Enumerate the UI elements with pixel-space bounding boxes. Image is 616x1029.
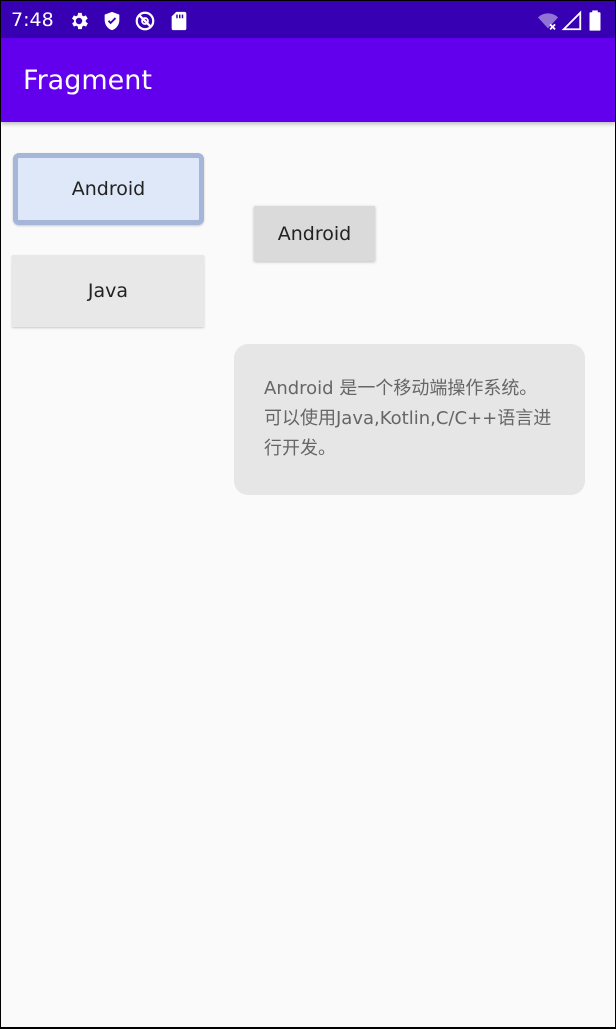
list-item-java-button[interactable]: Java bbox=[12, 255, 204, 327]
detail-description: Android 是一个移动端操作系统。可以使用Java,Kotlin,C/C++… bbox=[264, 378, 552, 459]
detail-card: Android 是一个移动端操作系统。可以使用Java,Kotlin,C/C++… bbox=[234, 344, 585, 495]
status-bar: 7:48 bbox=[1, 1, 615, 38]
status-time: 7:48 bbox=[11, 9, 54, 31]
signal-icon bbox=[561, 10, 583, 32]
app-title: Fragment bbox=[23, 65, 152, 96]
no-sync-icon bbox=[134, 10, 156, 32]
app-bar: Fragment bbox=[1, 38, 615, 122]
sd-card-icon bbox=[168, 10, 190, 32]
detail-title-button[interactable]: Android bbox=[254, 206, 375, 261]
screen: 7:48 Fragment Android Java Android Andro… bbox=[1, 1, 615, 1027]
gear-icon bbox=[68, 10, 90, 32]
list-item-android-button[interactable]: Android bbox=[13, 153, 204, 225]
battery-icon bbox=[587, 10, 603, 32]
wifi-off-icon bbox=[537, 10, 559, 32]
shield-icon bbox=[101, 10, 123, 32]
